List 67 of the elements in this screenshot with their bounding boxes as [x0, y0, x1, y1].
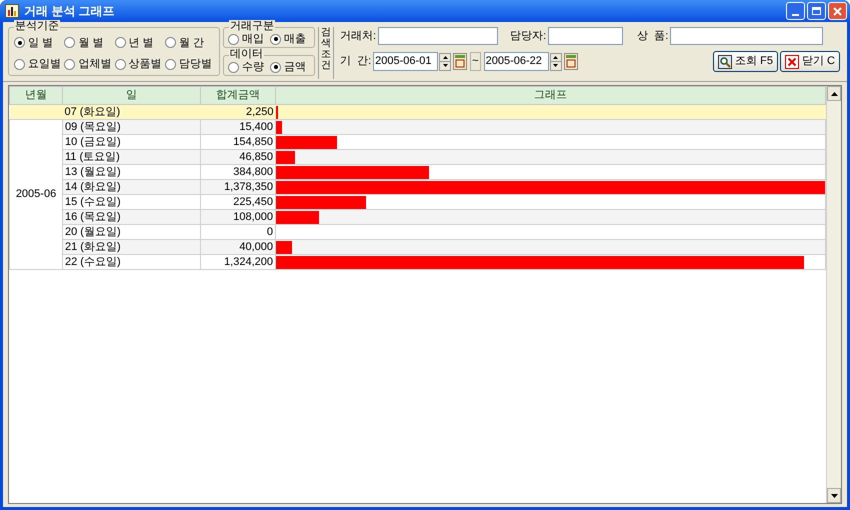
down-arrow-icon — [442, 64, 448, 68]
search-icon — [718, 54, 732, 68]
down-arrow-icon — [553, 64, 558, 68]
calendar-icon[interactable] — [564, 53, 578, 70]
close-icon — [833, 6, 842, 16]
field-label: 상 품: — [637, 28, 668, 44]
window-title: 거래 분석 그래프 — [24, 3, 115, 20]
radio-option[interactable]: 일 별 — [14, 34, 64, 51]
period-label: 기 간: — [340, 54, 372, 70]
date-field[interactable]: 2005-06-01 — [373, 52, 438, 71]
radio-option[interactable]: 요일별 — [14, 56, 64, 72]
up-arrow-icon — [553, 56, 558, 59]
up-arrow-icon[interactable] — [830, 92, 838, 96]
input-field[interactable] — [548, 27, 624, 45]
table-cell: 2005-06 — [10, 120, 62, 270]
field-label: 거래처: — [340, 28, 376, 44]
search-conditions-label: 검색조건 — [321, 27, 331, 71]
table-cell: 22 (수요일) — [62, 254, 200, 270]
search-button[interactable]: 조회 F5 — [713, 51, 778, 72]
chart-app-icon — [5, 4, 19, 18]
table-cell: 1,324,200 — [200, 254, 276, 270]
radio-button[interactable] — [14, 37, 25, 48]
spin-buttons[interactable] — [439, 52, 452, 70]
close-dialog-button[interactable]: 닫기 C — [780, 51, 840, 72]
input-field[interactable] — [670, 27, 824, 45]
radio-option[interactable]: 업체별 — [64, 56, 114, 72]
table-cell: 09 (목요일) — [62, 120, 200, 134]
column-header[interactable]: 년월 — [10, 86, 62, 104]
input-field[interactable] — [378, 27, 498, 45]
group-label: 분석기준 — [14, 20, 60, 33]
radio-option[interactable]: 월 별 — [64, 34, 114, 51]
radio-button[interactable] — [164, 37, 176, 48]
up-arrow-icon — [442, 56, 448, 59]
radio-button[interactable] — [164, 58, 176, 70]
radio-button[interactable] — [64, 58, 76, 70]
column-header[interactable]: 그래프 — [276, 86, 826, 104]
minimize-button[interactable] — [786, 2, 805, 20]
column-header[interactable]: 합계금액 — [200, 86, 276, 104]
group-label: 거래구분 — [229, 20, 275, 33]
radio-button[interactable] — [270, 62, 281, 72]
spin-buttons[interactable] — [550, 52, 562, 70]
group-label: 데이터 — [229, 48, 264, 61]
range-separator: ~ — [470, 52, 481, 71]
radio-option[interactable]: 매출 — [270, 30, 306, 48]
radio-option[interactable]: 매입 — [228, 30, 264, 48]
radio-button[interactable] — [270, 34, 281, 44]
radio-option[interactable]: 년 별 — [114, 34, 164, 51]
table-cell: 15,400 — [200, 120, 276, 134]
date-field[interactable]: 2005-06-22 — [484, 52, 549, 71]
radio-button[interactable] — [228, 34, 239, 44]
radio-option[interactable]: 담당별 — [164, 56, 214, 72]
close-button[interactable] — [828, 2, 847, 20]
column-header[interactable]: 일 — [62, 86, 200, 104]
radio-button[interactable] — [114, 58, 126, 70]
field-label: 담당자: — [510, 28, 546, 44]
radio-option[interactable]: 월 간 — [164, 34, 214, 51]
close-icon — [785, 54, 799, 68]
radio-button[interactable] — [228, 62, 239, 72]
radio-button[interactable] — [114, 37, 126, 48]
down-arrow-icon[interactable] — [830, 494, 838, 498]
radio-option[interactable]: 금액 — [270, 58, 306, 76]
calendar-icon[interactable] — [453, 53, 468, 70]
radio-option[interactable]: 상품별 — [114, 56, 164, 72]
radio-button[interactable] — [14, 58, 25, 70]
maximize-button[interactable] — [807, 2, 826, 20]
radio-option[interactable]: 수량 — [228, 58, 264, 76]
radio-button[interactable] — [64, 37, 76, 48]
